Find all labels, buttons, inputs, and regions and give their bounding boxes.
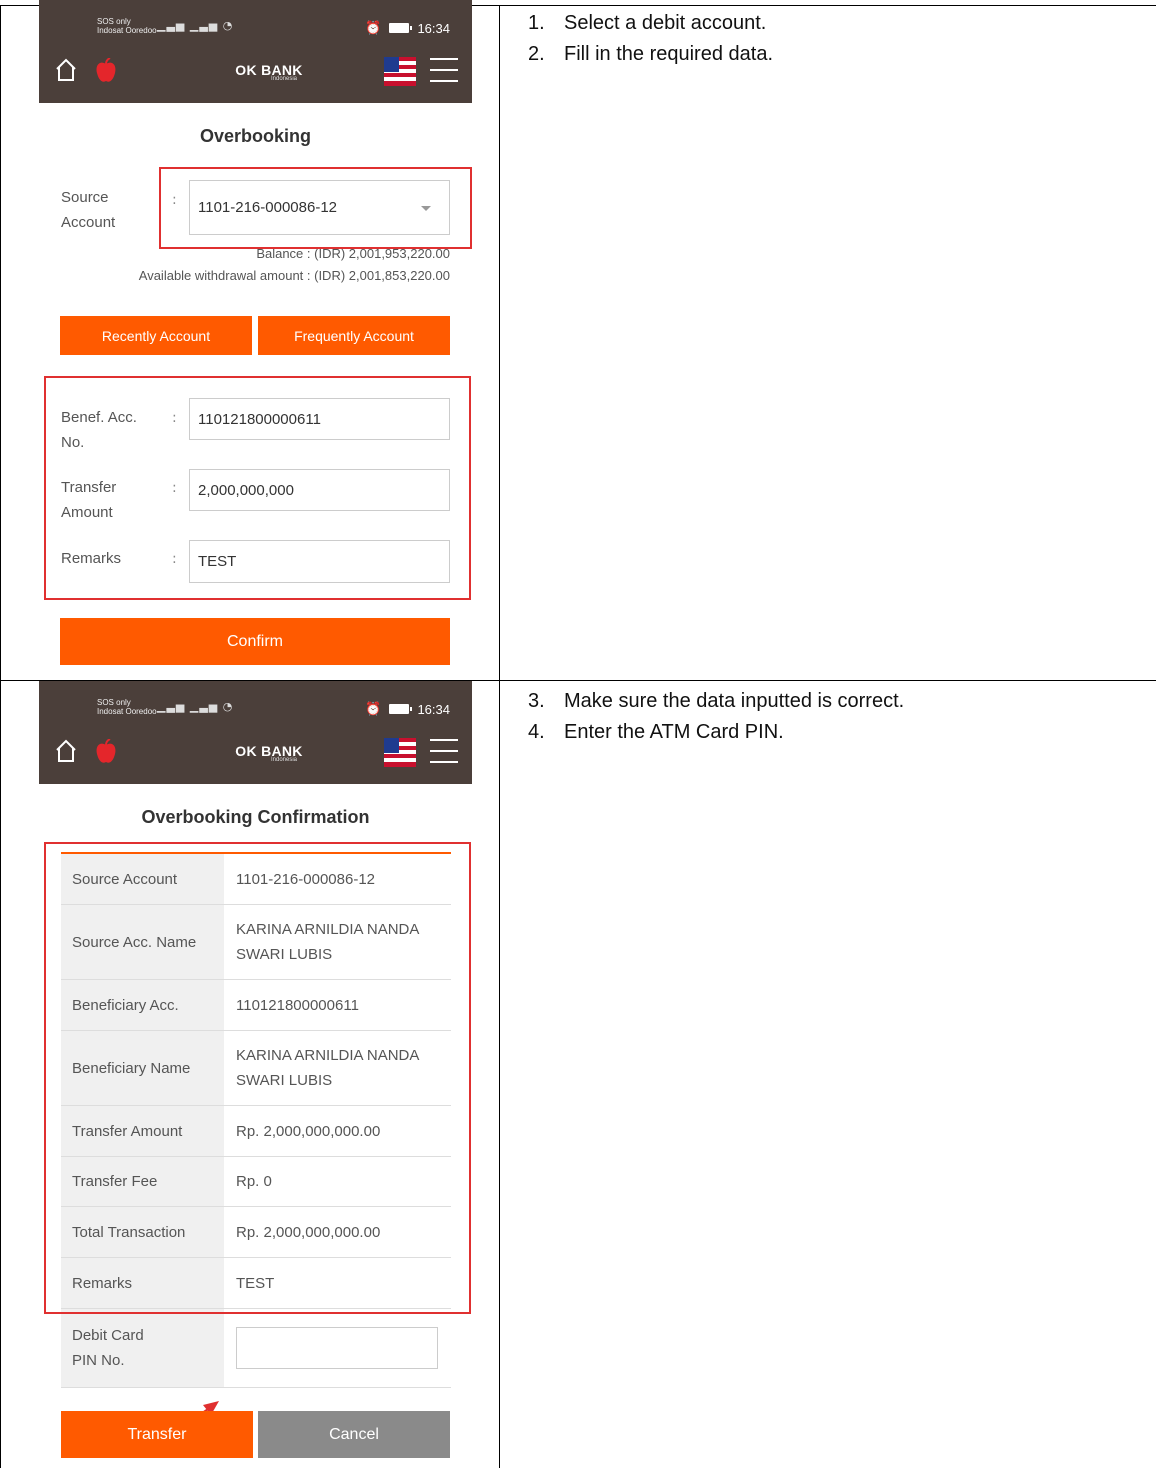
apple-logo-icon[interactable] [95, 739, 117, 765]
available-withdrawal-text: Available withdrawal amount : (IDR) 2,00… [138, 268, 450, 283]
status-time: 16:34 [417, 20, 450, 36]
home-icon[interactable] [55, 58, 77, 82]
confirm-button[interactable]: Confirm [60, 618, 450, 665]
carrier-label: SOS only Indosat Ooredoo [97, 17, 157, 35]
instruction-item: 2. Fill in the required data. [528, 43, 774, 65]
instruction-item: 1. Select a debit account. [528, 12, 767, 34]
instructions-step-3-4: 3. Make sure the data inputted is correct… [528, 686, 904, 748]
transfer-button[interactable]: Transfer [61, 1411, 253, 1458]
status-right: ⏰ 16:34 [365, 20, 450, 36]
bank-logo: OK BANK Indonesia [235, 743, 303, 763]
phone-screen-overbooking: SOS only Indosat Ooredoo ▁▃▅ ▁▃▅ ◔ ⏰ 16:… [39, 0, 472, 672]
us-flag-icon[interactable] [384, 57, 416, 86]
frequently-account-button[interactable]: Frequently Account [258, 316, 450, 355]
page-title: Overbooking [199, 126, 311, 146]
highlight-box-confirmation [44, 842, 471, 1314]
highlight-box-transfer-fields [44, 376, 471, 600]
table-column-divider [499, 5, 500, 1468]
highlight-box-source-account [159, 167, 472, 249]
page-title: Overbooking Confirmation [141, 807, 370, 827]
signal-icon: ▁▃▅ ▁▃▅ ◔ [157, 700, 234, 713]
status-right: ⏰ 16:34 [365, 701, 450, 717]
app-header: SOS only Indosat Ooredoo ▁▃▅ ▁▃▅ ◔ ⏰ 16:… [39, 0, 472, 103]
hamburger-menu-icon[interactable] [430, 739, 458, 763]
app-header: SOS only Indosat Ooredoo ▁▃▅ ▁▃▅ ◔ ⏰ 16:… [39, 681, 472, 784]
instruction-item: 3. Make sure the data inputted is correct… [528, 690, 905, 712]
source-account-label: Source Account [61, 189, 116, 231]
battery-icon [389, 704, 413, 714]
bank-logo: OK BANK Indonesia [235, 62, 303, 82]
apple-logo-icon[interactable] [95, 58, 117, 84]
cancel-button[interactable]: Cancel [258, 1411, 450, 1458]
pin-row: Debit Card PIN No. [61, 1309, 451, 1388]
signal-icon: ▁▃▅ ▁▃▅ ◔ [157, 19, 234, 32]
home-icon[interactable] [55, 739, 77, 763]
pin-input[interactable] [236, 1327, 438, 1369]
carrier-label: SOS only Indosat Ooredoo [97, 698, 157, 716]
instructions-step-1-2: 1. Select a debit account. 2. Fill in the … [528, 8, 773, 70]
alarm-icon: ⏰ [365, 701, 382, 716]
recently-account-button[interactable]: Recently Account [60, 316, 252, 355]
hamburger-menu-icon[interactable] [430, 58, 458, 82]
us-flag-icon[interactable] [384, 738, 416, 767]
table-border-left [0, 5, 1, 1468]
alarm-icon: ⏰ [365, 20, 382, 35]
battery-icon [389, 23, 413, 33]
status-time: 16:34 [417, 701, 450, 717]
instruction-item: 4. Enter the ATM Card PIN. [528, 721, 784, 743]
